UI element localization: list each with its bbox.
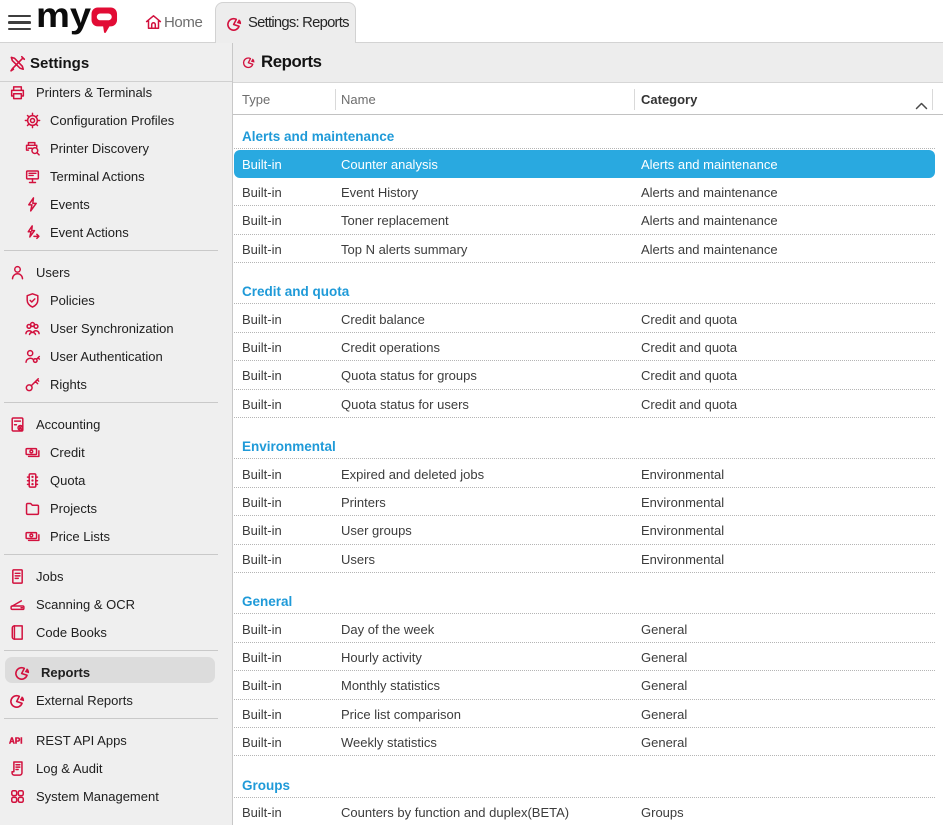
- svg-text:API: API: [9, 736, 22, 745]
